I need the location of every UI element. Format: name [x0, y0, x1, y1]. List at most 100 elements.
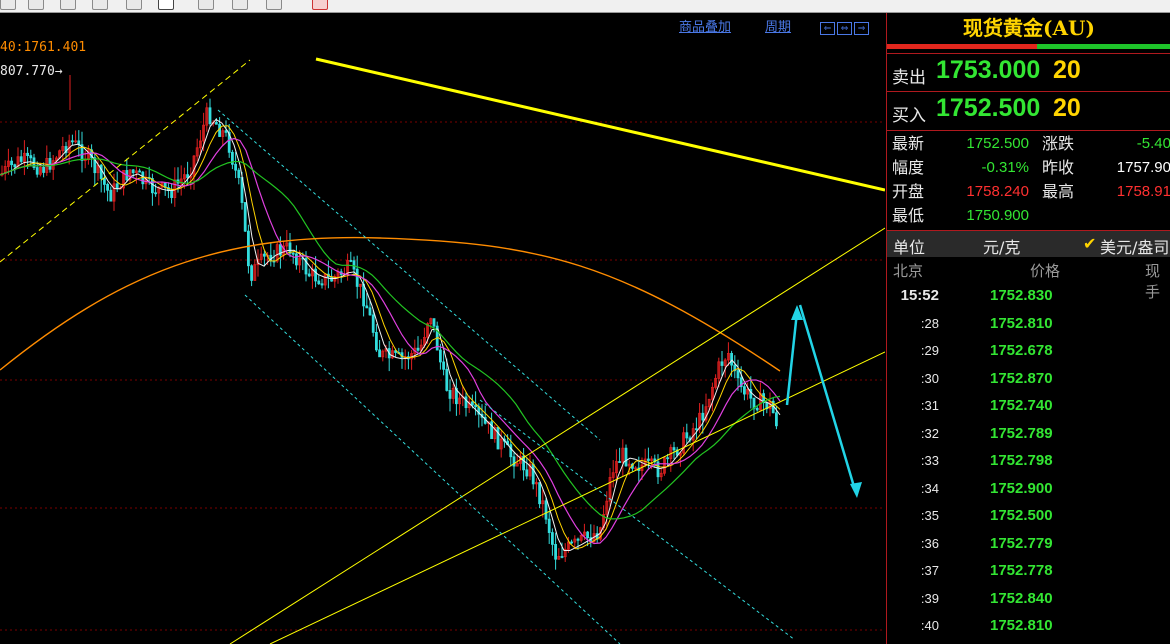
scroll-left-icon[interactable]: ⇐: [820, 22, 835, 35]
amplitude-value: -0.31%: [981, 159, 1029, 176]
alt-unit-option[interactable]: 美元/盎司: [1100, 234, 1169, 258]
candle-body: [71, 140, 74, 143]
candle-body: [250, 265, 254, 281]
toolbar-button-selected[interactable]: [158, 0, 174, 10]
unit-row: 单位 元/克 ✔ 美元/盎司: [887, 230, 1170, 257]
tick-time: :39: [920, 590, 939, 606]
tick-time: :29: [920, 343, 939, 358]
candle-body: [570, 541, 573, 544]
candle-body: [262, 253, 266, 257]
candle-body: [234, 163, 238, 171]
tick-price: 1752.840: [990, 589, 1053, 607]
candle-body: [48, 158, 52, 170]
candle-body: [106, 184, 109, 191]
tick-time: :30: [920, 370, 939, 386]
tick-row: :39 1752.840: [887, 586, 1170, 613]
candle-body: [42, 166, 45, 173]
toolbar-button[interactable]: [198, 0, 214, 10]
candle-body: [19, 156, 23, 162]
ascending-channel-bottom: [269, 351, 885, 644]
candle-body: [314, 268, 318, 282]
tick-price: 1752.870: [990, 369, 1053, 387]
tick-price: 1752.810: [990, 617, 1053, 634]
candle-body: [525, 469, 529, 477]
sell-row: 卖出 1753.000 20: [887, 53, 1170, 90]
candle-body: [307, 273, 311, 277]
candle-body: [317, 280, 321, 285]
candle-body: [730, 353, 733, 366]
candle-body: [775, 412, 778, 427]
tick-row: :28 1752.810: [887, 311, 1170, 338]
candle-body: [10, 160, 14, 166]
candle-body: [470, 401, 474, 406]
low-label: 最低: [892, 206, 925, 225]
candle-body: [445, 368, 449, 391]
tick-time: :33: [920, 453, 939, 468]
toolbar-button[interactable]: [28, 0, 44, 10]
descending-channel-mid: [479, 399, 796, 641]
candlestick-chart[interactable]: 商品叠加 周期 ⇐ ⇔ ⇒ 40:1761.401 807.770→: [0, 13, 885, 644]
candle-body: [448, 390, 452, 399]
overlay-link[interactable]: 商品叠加: [679, 16, 731, 35]
sell-ratio-bar: [887, 44, 1037, 49]
toolbar-alert-button[interactable]: [312, 0, 328, 10]
period-link[interactable]: 周期: [765, 16, 791, 35]
candle-body: [288, 242, 292, 254]
tick-price: 1752.740: [990, 397, 1053, 414]
candle-body: [368, 307, 372, 316]
candle-body: [547, 518, 551, 533]
latest-label: 最新: [892, 134, 925, 153]
high-value: 1758.91: [1116, 183, 1170, 200]
candle-body: [474, 404, 478, 408]
candle-body: [755, 407, 759, 411]
candle-body: [29, 155, 33, 159]
candle-body: [237, 169, 241, 178]
candle-body: [186, 174, 190, 179]
candle-body: [224, 130, 228, 133]
candle-body: [362, 283, 366, 307]
toolbar-button[interactable]: [60, 0, 76, 10]
candle-body: [170, 190, 174, 198]
forecast-down-arrowhead: [850, 482, 862, 498]
tick-row: :40 1752.810: [887, 613, 1170, 640]
candle-body: [138, 170, 142, 173]
candle-body: [320, 283, 324, 286]
candle-body: [218, 123, 222, 137]
toolbar-button[interactable]: [0, 0, 16, 10]
toolbar-button[interactable]: [92, 0, 108, 10]
toolbar-button[interactable]: [126, 0, 142, 10]
amplitude-label: 幅度: [892, 158, 925, 177]
toolbar-button[interactable]: [266, 0, 282, 10]
prev-close-value: 1757.90: [1116, 159, 1170, 176]
unit-value: 元/克: [983, 238, 1021, 257]
instrument-title: 现货黄金(AU): [963, 16, 1095, 40]
expand-icon[interactable]: ⇔: [837, 22, 852, 35]
candle-body: [576, 538, 580, 541]
open-label: 开盘: [892, 182, 925, 201]
ma-value-label: 40:1761.401: [0, 40, 87, 55]
toolbar-button[interactable]: [232, 0, 248, 10]
candle-body: [560, 556, 564, 558]
candle-body: [35, 167, 39, 175]
candle-body: [291, 252, 295, 255]
tick-row: :32 1752.789: [887, 421, 1170, 448]
tick-time: :36: [920, 535, 939, 551]
candle-body: [531, 463, 535, 485]
tick-price: 1752.830: [990, 287, 1053, 304]
checkmark-icon[interactable]: ✔: [1083, 234, 1096, 253]
candle-body: [26, 152, 30, 157]
tick-row: :36 1752.779: [887, 531, 1170, 558]
tick-price: 1752.810: [990, 314, 1053, 332]
scroll-right-icon[interactable]: ⇒: [854, 22, 869, 35]
candle-body: [352, 260, 356, 270]
tick-price: 1752.900: [990, 479, 1053, 497]
change-value: -5.40: [1136, 135, 1170, 152]
candle-body: [131, 169, 135, 174]
price-column-header: 价格: [1030, 262, 1061, 280]
candle-body: [618, 461, 621, 463]
high-marker-label: 807.770→: [0, 64, 63, 79]
candle-body: [624, 447, 628, 467]
change-label: 涨跌: [1042, 134, 1075, 153]
upper-channel-line: [0, 59, 251, 263]
tick-time: :31: [920, 398, 939, 413]
